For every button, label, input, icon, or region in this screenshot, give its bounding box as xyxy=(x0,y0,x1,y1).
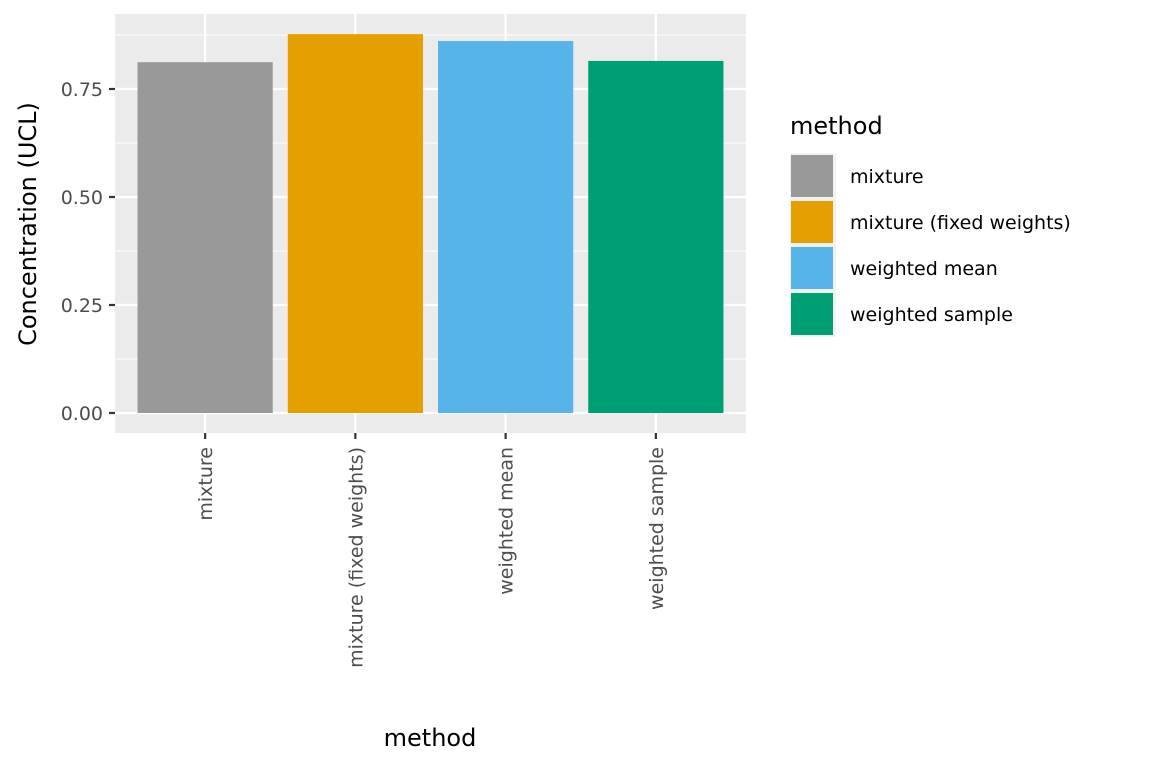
legend-label: mixture xyxy=(850,166,924,188)
x-tick-label: weighted sample xyxy=(646,447,668,610)
legend-swatch xyxy=(791,201,833,243)
bar-mixture-fixed-weights xyxy=(287,34,423,414)
bar-weighted-mean xyxy=(438,41,574,413)
legend-swatch xyxy=(791,155,833,197)
legend-label: weighted sample xyxy=(850,304,1013,326)
y-axis: 0.00 0.25 0.50 0.75 xyxy=(61,79,115,425)
x-tick-label: mixture xyxy=(195,447,217,521)
y-tick-label: 0.75 xyxy=(61,79,103,101)
x-tick-label: mixture (fixed weights) xyxy=(345,447,367,668)
x-tick-label: weighted mean xyxy=(496,447,518,595)
legend-swatch xyxy=(791,247,833,289)
x-axis: mixture mixture (fixed weights) weighted m… xyxy=(195,433,668,668)
y-tick-label: 0.25 xyxy=(61,295,103,317)
legend-swatch xyxy=(791,293,833,335)
y-tick-label: 0.00 xyxy=(61,403,103,425)
bar-mixture xyxy=(137,62,273,413)
legend-label: mixture (fixed weights) xyxy=(850,212,1071,234)
legend-title: method xyxy=(790,112,883,140)
legend: method mixture mixture (fixed weights) wei… xyxy=(790,112,1071,337)
bar-weighted-sample xyxy=(588,60,724,414)
y-tick-label: 0.50 xyxy=(61,187,103,209)
legend-label: weighted mean xyxy=(850,258,998,280)
x-axis-title: method xyxy=(384,724,477,752)
y-axis-title: Concentration (UCL) xyxy=(14,102,42,346)
bar-chart: 0.00 0.25 0.50 0.75 mixture mixture (fixed w… xyxy=(14,14,1071,752)
